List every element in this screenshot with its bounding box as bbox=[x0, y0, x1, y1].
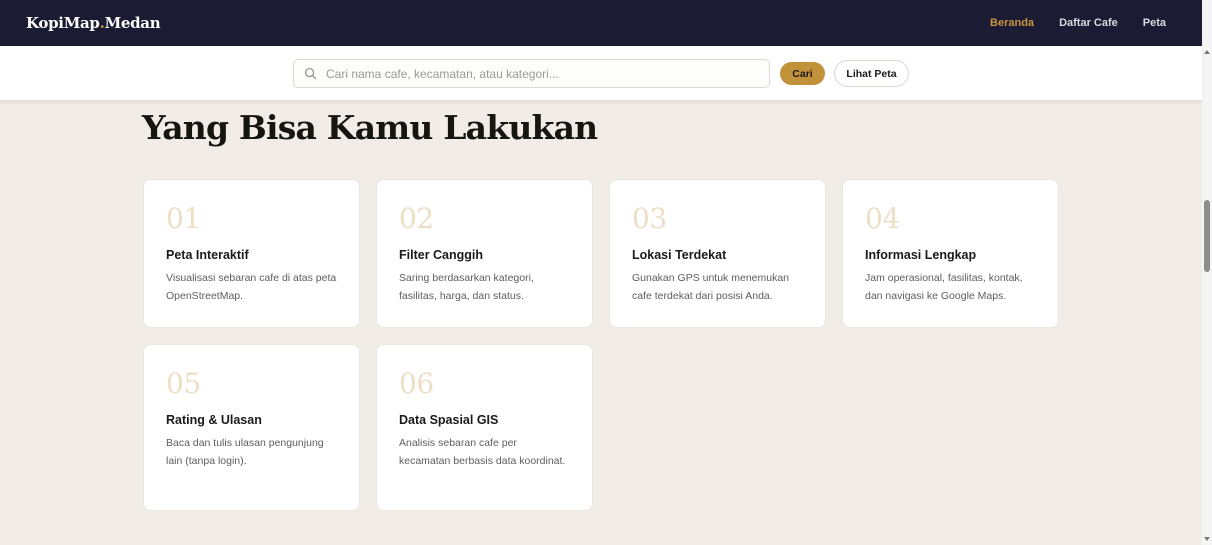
feature-description: Gunakan GPS untuk menemukan cafe terdeka… bbox=[632, 272, 790, 302]
feature-card-6: 06 Data Spasial GIS Analisis sebaran caf… bbox=[376, 344, 593, 511]
top-navbar: KopiMap.Medan Beranda Daftar Cafe Peta bbox=[0, 0, 1202, 46]
scroll-down-arrow-icon[interactable] bbox=[1204, 537, 1210, 541]
feature-title: Rating & Ulasan bbox=[166, 413, 262, 427]
section-title: Yang Bisa Kamu Lakukan bbox=[142, 108, 598, 147]
feature-description: Visualisasi sebaran cafe di atas peta Op… bbox=[166, 272, 337, 302]
feature-number: 04 bbox=[865, 202, 900, 235]
feature-title: Data Spasial GIS bbox=[399, 413, 499, 427]
search-icon bbox=[304, 67, 317, 80]
search-input[interactable] bbox=[326, 66, 746, 81]
feature-card-1: 01 Peta Interaktif Visualisasi sebaran c… bbox=[143, 179, 360, 328]
brand-city: Medan bbox=[104, 14, 161, 32]
brand-logo[interactable]: KopiMap.Medan bbox=[26, 14, 161, 32]
search-bar: Cari Lihat Peta bbox=[0, 46, 1202, 101]
search-box[interactable] bbox=[293, 59, 770, 88]
feature-title: Lokasi Terdekat bbox=[632, 248, 727, 262]
feature-card-4: 04 Informasi Lengkap Jam operasional, fa… bbox=[842, 179, 1059, 328]
feature-description: Jam operasional, fasilitas, kontak, dan … bbox=[865, 272, 1023, 302]
feature-number: 06 bbox=[399, 367, 434, 400]
feature-description: Saring berdasarkan kategori, fasilitas, … bbox=[399, 272, 534, 302]
feature-card-3: 03 Lokasi Terdekat Gunakan GPS untuk men… bbox=[609, 179, 826, 328]
search-submit-button[interactable]: Cari bbox=[780, 62, 825, 85]
nav-links: Beranda Daftar Cafe Peta bbox=[990, 17, 1166, 29]
nav-link-peta[interactable]: Peta bbox=[1143, 17, 1166, 29]
scrollbar-top-strip bbox=[1202, 0, 1212, 46]
feature-title: Filter Canggih bbox=[399, 248, 484, 262]
feature-card-2: 02 Filter Canggih Saring berdasarkan kat… bbox=[376, 179, 593, 328]
feature-description: Baca dan tulis ulasan pengunjung lain (t… bbox=[166, 437, 324, 467]
feature-description: Analisis sebaran cafe per kecamatan berb… bbox=[399, 437, 566, 467]
nav-link-beranda[interactable]: Beranda bbox=[990, 17, 1034, 29]
scroll-up-arrow-icon[interactable] bbox=[1204, 50, 1210, 54]
feature-card-5: 05 Rating & Ulasan Baca dan tulis ulasan… bbox=[143, 344, 360, 511]
scrollbar-thumb[interactable] bbox=[1204, 200, 1210, 272]
nav-link-daftar-cafe[interactable]: Daftar Cafe bbox=[1059, 17, 1118, 29]
feature-number: 01 bbox=[166, 202, 201, 235]
feature-number: 03 bbox=[632, 202, 667, 235]
view-map-button[interactable]: Lihat Peta bbox=[834, 60, 909, 87]
page-scrollbar[interactable] bbox=[1202, 46, 1212, 545]
feature-title: Peta Interaktif bbox=[166, 248, 249, 262]
brand-name: KopiMap bbox=[26, 14, 100, 32]
feature-title: Informasi Lengkap bbox=[865, 248, 977, 262]
feature-number: 05 bbox=[166, 367, 201, 400]
feature-number: 02 bbox=[399, 202, 434, 235]
